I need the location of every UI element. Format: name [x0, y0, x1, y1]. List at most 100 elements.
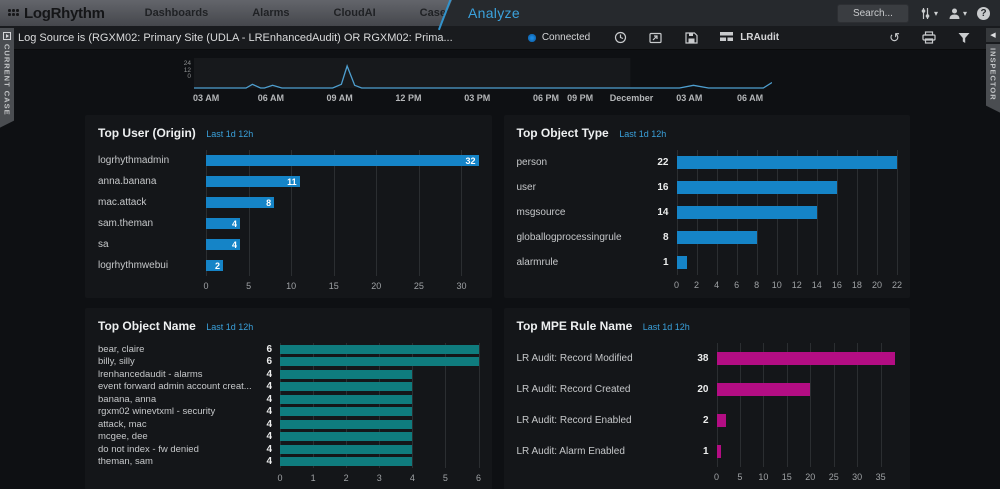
timeline-x-label: 03 PM [464, 93, 490, 103]
print-button[interactable] [922, 31, 936, 44]
chart-header: Top MPE Rule Name Last 1d 12h [517, 317, 898, 335]
x-tick-label: 25 [414, 281, 424, 291]
bar[interactable] [280, 407, 412, 416]
time-range-button[interactable] [614, 31, 627, 44]
chart-period-label: Last 1d 12h [206, 129, 253, 139]
filter-bar-controls: Connected LRAudit [528, 31, 984, 44]
bar[interactable]: 8 [206, 197, 274, 208]
left-rail: CURRENT CASE [0, 28, 14, 128]
search-button[interactable]: Search... [837, 4, 909, 23]
menu-item-alarms[interactable]: Alarms [230, 7, 311, 19]
value-label: 4 [260, 368, 280, 381]
bar[interactable]: 2 [206, 260, 223, 271]
bar-row [280, 431, 479, 444]
sliders-icon [919, 7, 932, 20]
chart-title: Top Object Type [517, 126, 609, 140]
filter-bar: Log Source is (RGXM02: Primary Site (UDL… [0, 26, 1000, 50]
inspector-tab-label: INSPECTOR [989, 48, 998, 101]
category-label: rgxm02 winevtxml - security [98, 406, 260, 419]
category-label: msgsource [517, 200, 649, 225]
bar[interactable] [677, 156, 898, 169]
value-label: 4 [260, 381, 280, 394]
undo-icon[interactable]: ↺ [889, 31, 900, 44]
value-label: 1 [649, 250, 677, 275]
bar-row [677, 250, 898, 275]
bar-row [717, 405, 898, 436]
category-label: alarmrule [517, 250, 649, 275]
bar[interactable] [677, 231, 757, 244]
tab-analyze-active[interactable]: Analyze [468, 5, 520, 21]
bar-row [280, 456, 479, 469]
bar[interactable] [280, 345, 479, 354]
value-label: 4 [260, 418, 280, 431]
value-label: 16 [649, 175, 677, 200]
dashboard-charts: Top User (Origin) Last 1d 12h logrhythma… [85, 115, 910, 489]
x-tick-label: 18 [852, 280, 862, 290]
timeline-x-axis: 03 AM06 AM09 AM12 PM03 PM06 PM09 PMDecem… [194, 90, 772, 105]
timeline-plot[interactable]: 03 AM06 AM09 AM12 PM03 PM06 PM09 PMDecem… [194, 58, 772, 105]
bar[interactable] [280, 395, 412, 404]
bar[interactable]: 32 [206, 155, 479, 166]
category-label: bear, claire [98, 343, 260, 356]
chart-title: Top User (Origin) [98, 126, 196, 140]
logrhythm-logo[interactable]: LogRhythm [8, 5, 105, 22]
bar[interactable] [280, 420, 412, 429]
bar[interactable] [717, 352, 895, 365]
save-search-button[interactable] [685, 32, 698, 44]
menu-item-dashboards[interactable]: Dashboards [123, 7, 231, 19]
chart-top-mpe-rule-name: Top MPE Rule Name Last 1d 12h LR Audit: … [504, 308, 911, 489]
chevron-down-icon: ▾ [963, 9, 967, 18]
category-label: lrenhancedaudit - alarms [98, 368, 260, 381]
bar[interactable] [717, 383, 811, 396]
bar[interactable] [677, 256, 687, 269]
connection-status: Connected [528, 32, 590, 43]
help-icon[interactable]: ? [977, 7, 990, 20]
chart-title: Top Object Name [98, 319, 196, 333]
bar-row [717, 374, 898, 405]
filter-button[interactable] [958, 32, 970, 44]
bar[interactable]: 4 [206, 239, 240, 250]
bar-row [280, 418, 479, 431]
timeline-y-axis: 24120 [170, 58, 194, 105]
bar[interactable] [677, 181, 837, 194]
x-tick-label: 4 [714, 280, 719, 290]
menu-item-cloudai[interactable]: CloudAI [312, 7, 398, 19]
value-label: 20 [689, 374, 717, 405]
bar[interactable] [717, 414, 726, 427]
open-in-new-button[interactable] [649, 32, 663, 44]
bar[interactable]: 11 [206, 176, 300, 187]
chart-top-object-type: Top Object Type Last 1d 12h personuserms… [504, 115, 911, 298]
collapse-inspector-button[interactable]: ◀ [986, 28, 1000, 42]
value-label: 38 [689, 343, 717, 374]
logo-text: LogRhythm [24, 5, 105, 22]
bar[interactable]: 4 [206, 218, 240, 229]
bar-row: 2 [206, 255, 479, 276]
filter-bar-tools: ↺ [889, 31, 970, 44]
x-tick-label: 2 [694, 280, 699, 290]
bar-value-label: 32 [465, 156, 475, 166]
inspector-tab[interactable]: INSPECTOR [986, 44, 1000, 113]
display-settings-menu[interactable]: ▾ [919, 7, 938, 20]
value-label: 8 [649, 225, 677, 250]
bar[interactable] [280, 432, 412, 441]
bar[interactable] [717, 445, 722, 458]
bar[interactable] [280, 370, 412, 379]
navbar-left: LogRhythm Dashboards Alarms CloudAI Case… [0, 0, 452, 26]
logrhythm-app: LogRhythm Dashboards Alarms CloudAI Case… [0, 0, 1000, 489]
user-menu[interactable]: ▾ [948, 7, 967, 20]
bar[interactable] [280, 382, 412, 391]
x-tick-label: 22 [892, 280, 902, 290]
category-label: LR Audit: Record Enabled [517, 405, 689, 436]
bar-row: 8 [206, 192, 479, 213]
current-case-tab[interactable]: CURRENT CASE [0, 28, 14, 128]
layout-selector[interactable]: LRAudit [720, 32, 779, 43]
case-playbar-icon [3, 32, 11, 40]
bar[interactable] [280, 457, 412, 466]
bar[interactable] [280, 445, 412, 454]
bar-row: 32 [206, 150, 479, 171]
value-label: 2 [689, 405, 717, 436]
bar[interactable] [280, 357, 479, 366]
timeline-x-label: 12 PM [395, 93, 421, 103]
search-query-text[interactable]: Log Source is (RGXM02: Primary Site (UDL… [18, 32, 528, 44]
bar[interactable] [677, 206, 817, 219]
